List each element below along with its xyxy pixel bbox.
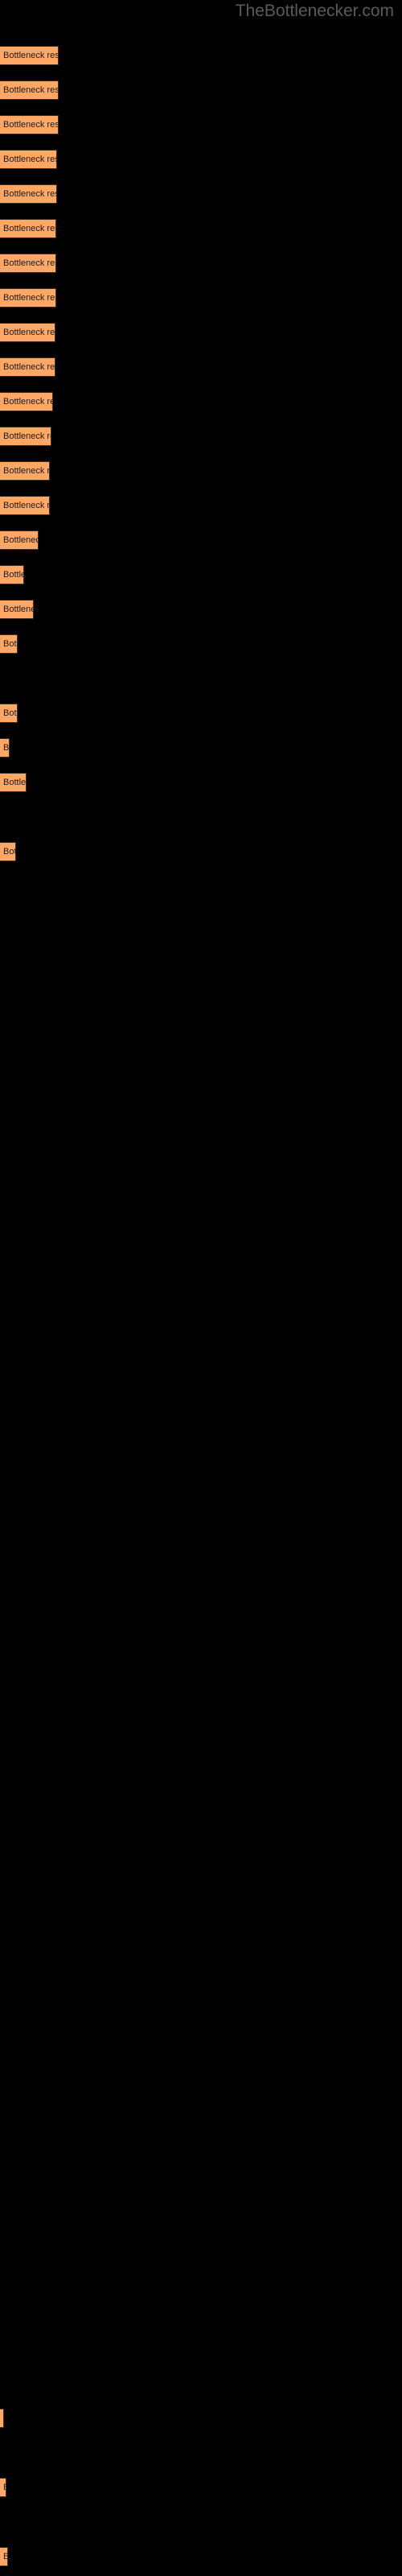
bar-label-12: Bottleneck result xyxy=(3,431,51,441)
bar-8[interactable]: Bottleneck result xyxy=(0,288,56,308)
bar-18[interactable]: Bottleneck result xyxy=(0,634,18,654)
bar-label-23: Bottleneck result xyxy=(3,2413,4,2423)
bar-21[interactable]: Bottleneck result xyxy=(0,773,27,792)
bar-13[interactable]: Bottleneck result xyxy=(0,461,50,481)
watermark-label: TheBottlenecker.com xyxy=(235,2,394,20)
bar-17[interactable]: Bottleneck result xyxy=(0,600,34,619)
bar-4[interactable]: Bottleneck result xyxy=(0,150,57,169)
bar-label-20: Bottleneck result xyxy=(3,743,10,753)
bar-3[interactable]: Bottleneck result xyxy=(0,115,59,134)
bar-label-19: Bottleneck result xyxy=(3,708,17,718)
bar-23[interactable]: Bottleneck result xyxy=(0,2409,4,2428)
bar-chart: TheBottlenecker.com Bottleneck result Bot… xyxy=(0,0,402,2576)
bar-22[interactable]: Bottleneck result xyxy=(0,842,16,861)
bar-label-17: Bottleneck result xyxy=(3,605,33,614)
bar-label-15: Bottleneck result xyxy=(3,535,38,545)
bar-label-1: Bottleneck result xyxy=(3,51,59,60)
bar-label-18: Bottleneck result xyxy=(3,639,17,649)
bar-label-5: Bottleneck result xyxy=(3,189,56,199)
bar-5[interactable]: Bottleneck result xyxy=(0,184,57,204)
bar-label-3: Bottleneck result xyxy=(3,120,59,130)
bar-label-6: Bottleneck result xyxy=(3,224,55,233)
bar-6[interactable]: Bottleneck result xyxy=(0,219,56,238)
bar-25[interactable]: Bottleneck result xyxy=(0,2547,8,2566)
bar-14[interactable]: Bottleneck result xyxy=(0,496,50,515)
bar-label-11: Bottleneck result xyxy=(3,397,52,407)
bar-label-7: Bottleneck result xyxy=(3,258,55,268)
bar-label-21: Bottleneck result xyxy=(3,778,27,787)
bar-label-25: Bottleneck result xyxy=(3,2552,7,2562)
bar-24[interactable]: Bottleneck result xyxy=(0,2478,6,2497)
bar-label-9: Bottleneck result xyxy=(3,328,55,337)
bar-2[interactable]: Bottleneck result xyxy=(0,80,59,100)
bar-7[interactable]: Bottleneck result xyxy=(0,254,56,273)
bar-label-2: Bottleneck result xyxy=(3,85,59,95)
bar-label-16: Bottleneck result xyxy=(3,570,23,580)
bar-15[interactable]: Bottleneck result xyxy=(0,530,39,550)
bar-16[interactable]: Bottleneck result xyxy=(0,565,24,584)
bar-12[interactable]: Bottleneck result xyxy=(0,427,51,446)
bar-11[interactable]: Bottleneck result xyxy=(0,392,53,411)
bar-label-10: Bottleneck result xyxy=(3,362,55,372)
bar-19[interactable]: Bottleneck result xyxy=(0,704,18,723)
bar-20[interactable]: Bottleneck result xyxy=(0,738,10,758)
bar-label-22: Bottleneck result xyxy=(3,847,15,857)
bar-label-14: Bottleneck result xyxy=(3,501,50,510)
bar-1[interactable]: Bottleneck result xyxy=(0,46,59,65)
bar-label-4: Bottleneck result xyxy=(3,155,56,164)
bar-10[interactable]: Bottleneck result xyxy=(0,357,55,377)
bar-label-24: Bottleneck result xyxy=(3,2483,6,2492)
bar-label-8: Bottleneck result xyxy=(3,293,55,303)
bar-9[interactable]: Bottleneck result xyxy=(0,323,55,342)
bar-label-13: Bottleneck result xyxy=(3,466,50,476)
